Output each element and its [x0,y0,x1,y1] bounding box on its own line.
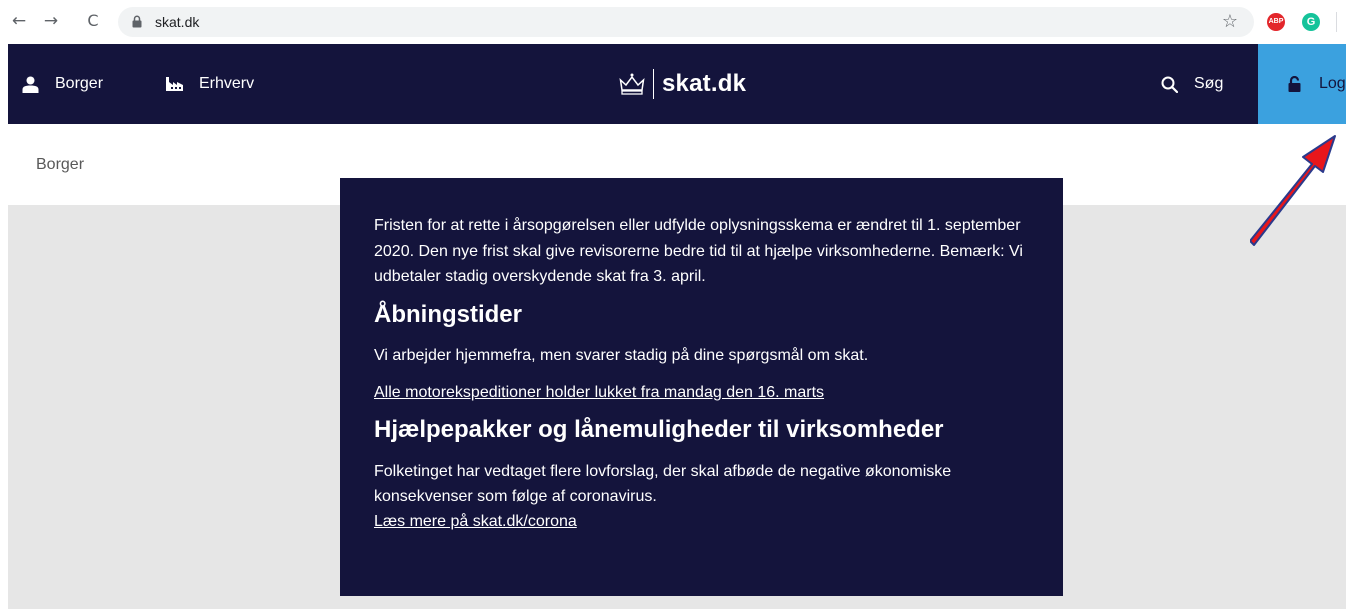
heading-opening-hours: Åbningstider [374,300,522,328]
corona-read-more-link[interactable]: Læs mere på skat.dk/corona [374,509,577,534]
bookmark-star-icon[interactable]: ☆ [1222,11,1238,32]
toolbar-divider [1336,12,1337,32]
lock-icon [132,15,142,28]
help-packages-text: Folketinget har vedtaget flere lovforsla… [374,462,952,505]
search-button[interactable]: Søg [1161,44,1223,124]
heading-help-packages: Hjælpepakker og lånemuligheder til virks… [374,415,944,443]
unlock-icon [1288,76,1301,92]
logo-text: skat.dk [662,70,747,97]
opening-hours-text: Vi arbejder hjemmefra, men svarer stadig… [374,346,869,364]
adblock-extension-icon[interactable]: ABP [1267,13,1285,31]
notice-intro-text: Fristen for at rette i årsopgørelsen ell… [374,217,1023,285]
reload-icon[interactable]: C [82,10,104,32]
breadcrumb[interactable]: Borger [36,156,84,174]
address-bar[interactable]: skat.dk ☆ [118,7,1254,37]
browser-toolbar: ← → C skat.dk ☆ ABP G [0,0,1346,44]
factory-icon [166,77,183,91]
nav-borger-label: Borger [55,75,104,92]
grammarly-extension-icon[interactable]: G [1302,13,1320,31]
search-icon [1161,76,1178,93]
forward-arrow-icon[interactable]: → [40,10,62,32]
url-text: skat.dk [155,14,200,30]
red-annotation-arrow [1250,135,1336,246]
skat-logo[interactable]: skat.dk [619,66,746,102]
search-label: Søg [1194,75,1224,92]
nav-erhverv-label: Erhverv [199,75,255,92]
motor-expedition-link[interactable]: Alle motorekspeditioner holder lukket fr… [374,380,824,405]
logo-divider [653,69,654,99]
nav-erhverv[interactable]: Erhverv [166,44,254,124]
login-label: Log [1319,75,1346,92]
nav-borger[interactable]: Borger [22,44,103,124]
corona-notice-panel: Fristen for at rette i årsopgørelsen ell… [340,178,1063,596]
back-arrow-icon[interactable]: ← [8,10,30,32]
person-icon [22,76,39,93]
site-header: Borger Erhverv skat.dk Søg Log [8,44,1346,124]
crown-icon [619,73,645,95]
login-button[interactable]: Log [1258,44,1346,124]
